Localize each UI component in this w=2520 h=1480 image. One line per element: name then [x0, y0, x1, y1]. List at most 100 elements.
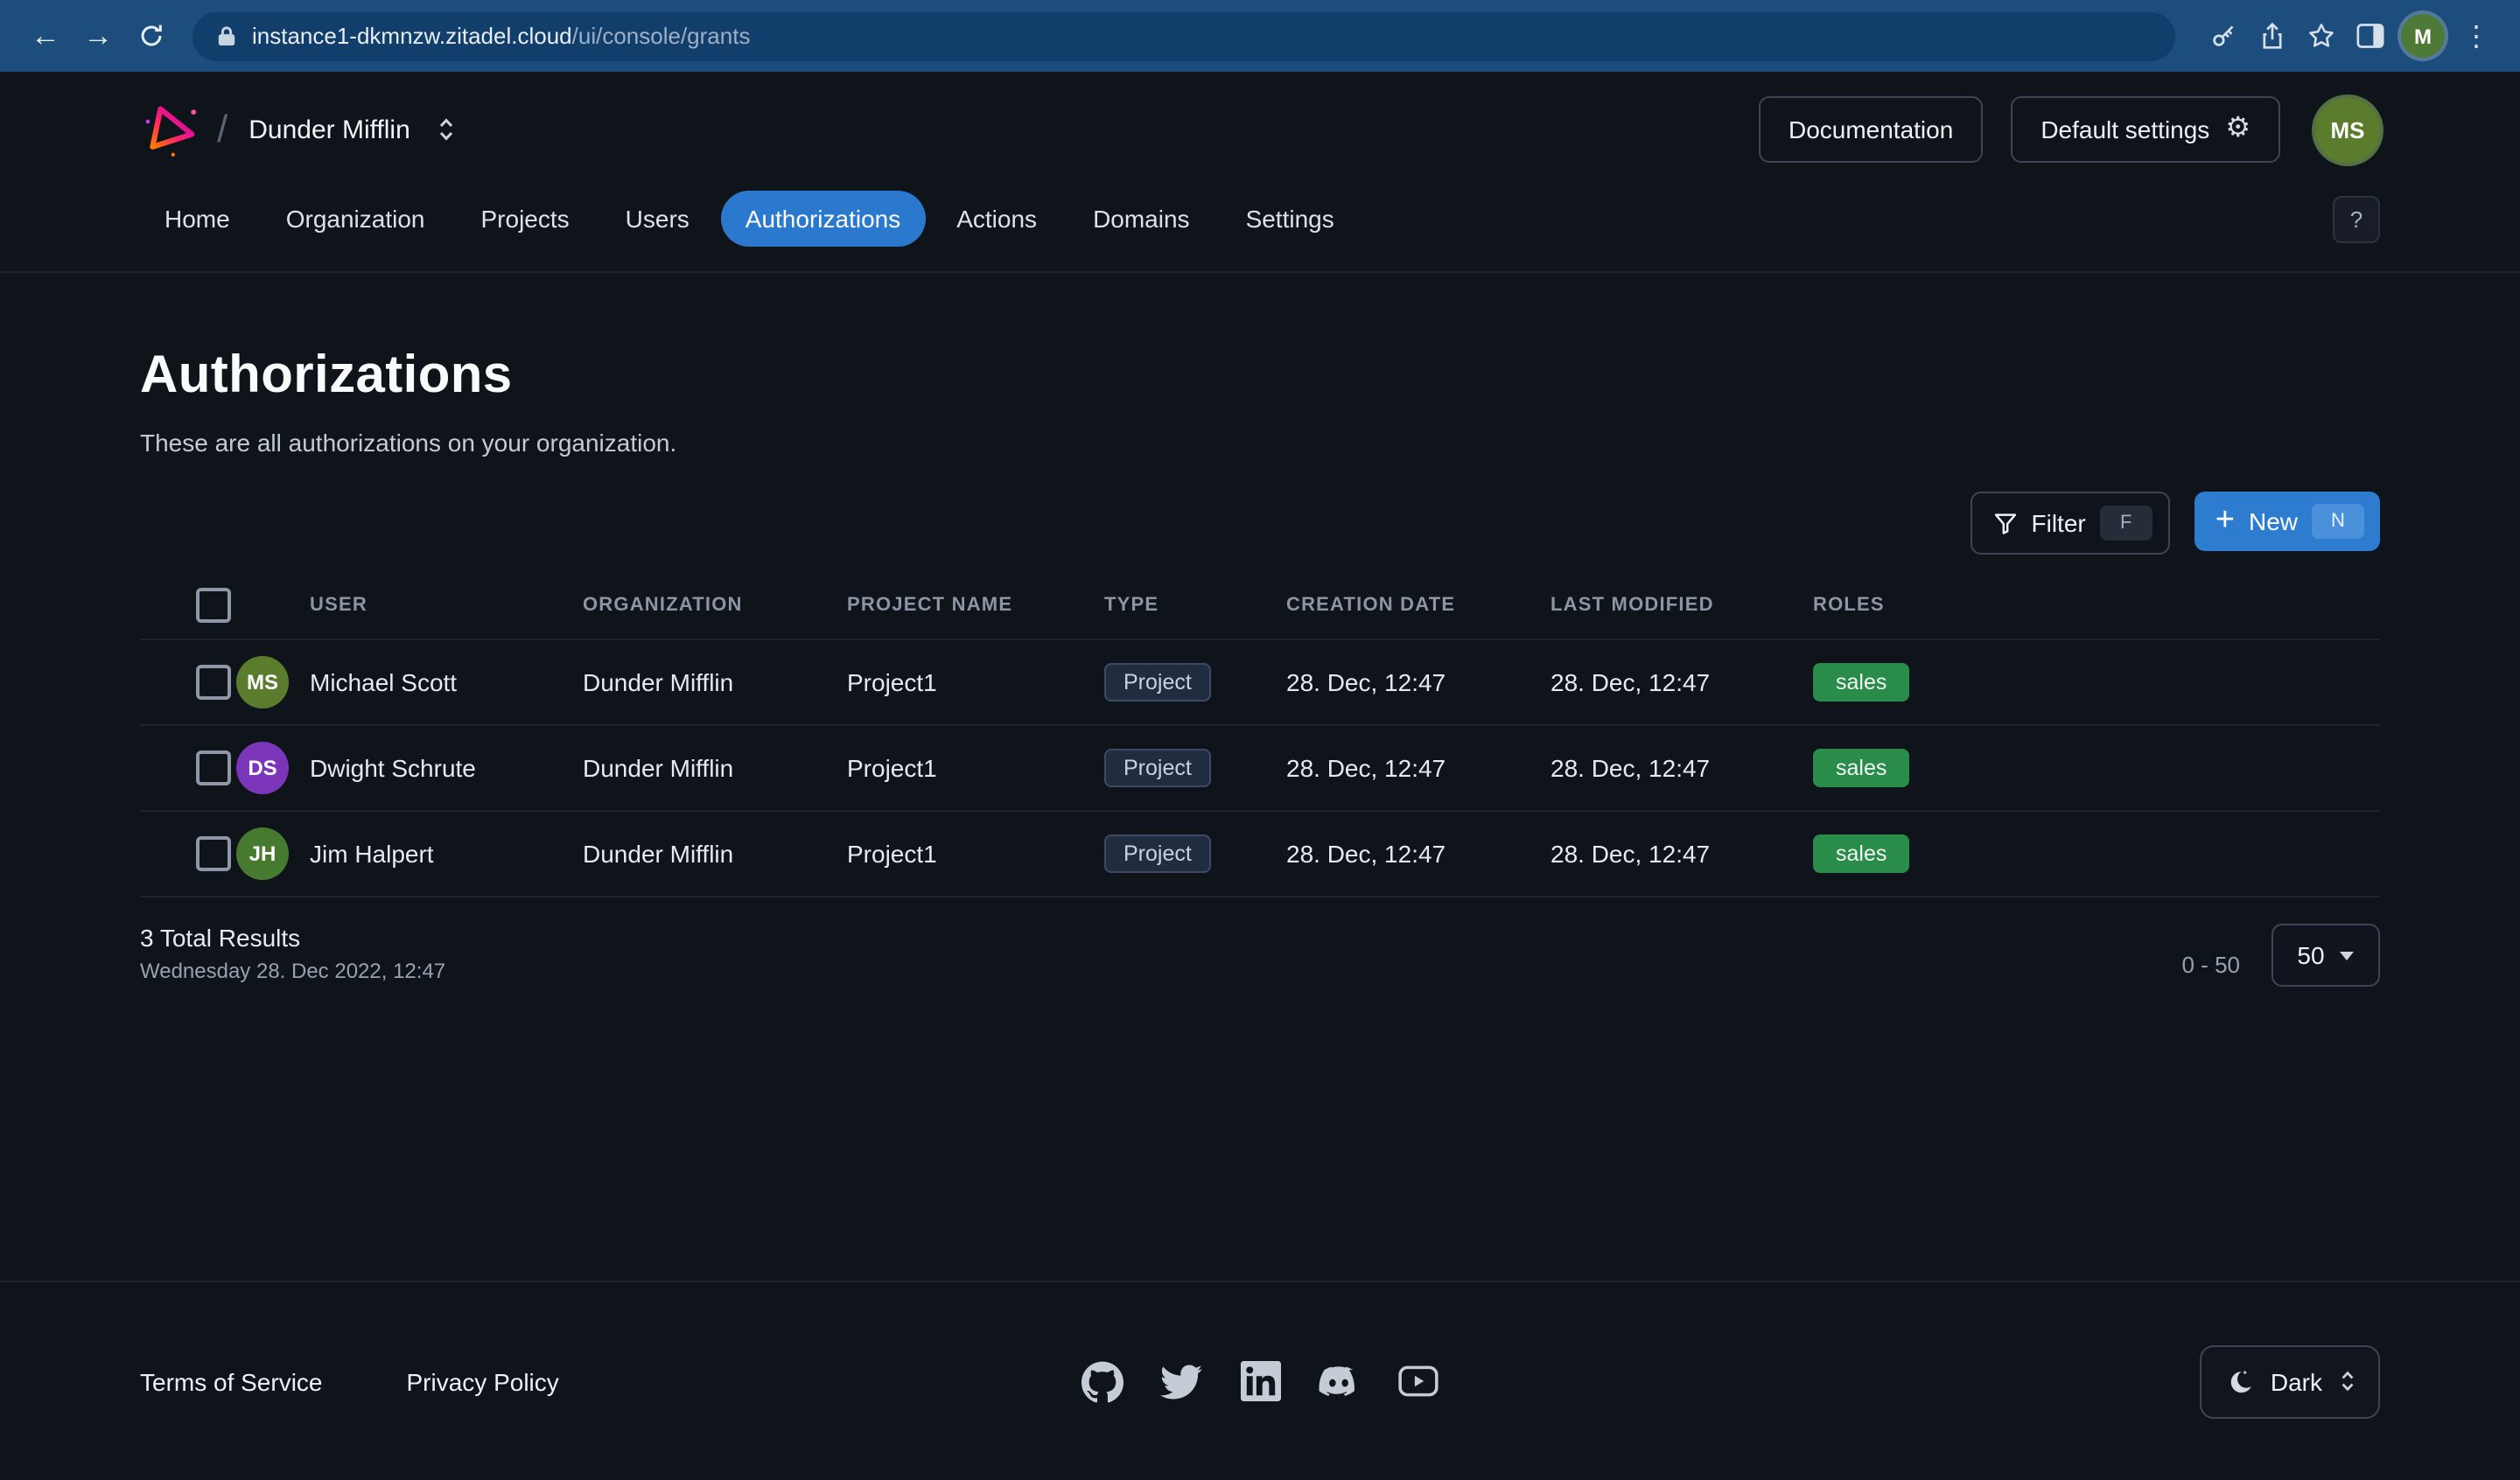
reload-button[interactable] — [126, 11, 175, 60]
terms-of-service-link[interactable]: Terms of Service — [140, 1367, 323, 1395]
col-user: USER — [310, 595, 583, 616]
last-modified: 28. Dec, 12:47 — [1550, 840, 1813, 868]
main-content: Authorizations These are all authorizati… — [0, 346, 2520, 987]
plus-icon: + — [2216, 503, 2235, 536]
table-footer: 3 Total Results Wednesday 28. Dec 2022, … — [140, 924, 2380, 987]
bookmark-star-button[interactable] — [2298, 13, 2343, 59]
authorizations-table: USER ORGANIZATION PROJECT NAME TYPE CREA… — [140, 572, 2380, 897]
tab-users[interactable]: Users — [601, 191, 714, 247]
filter-label: Filter — [2032, 509, 2086, 537]
type-badge: Project — [1104, 663, 1211, 702]
user-name: Dwight Schrute — [310, 754, 583, 782]
org-name: Dunder Mifflin — [248, 115, 410, 144]
project-name: Project1 — [847, 754, 1104, 782]
reload-icon — [137, 23, 164, 49]
project-name: Project1 — [847, 840, 1104, 868]
default-settings-label: Default settings — [2040, 115, 2209, 143]
page-title: Authorizations — [140, 346, 2380, 406]
theme-selector[interactable]: Dark — [2201, 1344, 2380, 1418]
row-checkbox[interactable] — [196, 836, 231, 871]
creation-date: 28. Dec, 12:47 — [1286, 754, 1550, 782]
side-panel-icon — [2355, 23, 2384, 49]
organization-name: Dunder Mifflin — [583, 754, 847, 782]
org-switcher-chevrons-icon — [438, 115, 456, 143]
browser-menu-button[interactable]: ⋮ — [2454, 13, 2499, 59]
filter-shortcut-badge: F — [2100, 506, 2152, 541]
user-name: Michael Scott — [310, 668, 583, 696]
filter-icon — [1993, 511, 2018, 535]
side-panel-button[interactable] — [2347, 13, 2392, 59]
user-avatar[interactable]: MS — [2315, 97, 2380, 162]
main-nav: Home Organization Projects Users Authori… — [0, 187, 2520, 273]
creation-date: 28. Dec, 12:47 — [1286, 668, 1550, 696]
theme-chevrons-icon — [2340, 1368, 2356, 1394]
social-links — [1080, 1358, 1440, 1404]
col-project-name: PROJECT NAME — [847, 595, 1104, 616]
youtube-icon[interactable] — [1395, 1358, 1440, 1404]
chevron-down-icon — [2341, 951, 2355, 960]
tab-domains[interactable]: Domains — [1068, 191, 1214, 247]
org-switcher[interactable]: Dunder Mifflin — [248, 115, 456, 144]
share-icon — [2258, 21, 2285, 51]
tab-organization[interactable]: Organization — [262, 191, 450, 247]
table-row[interactable]: JH Jim Halpert Dunder Mifflin Project1 P… — [140, 812, 2380, 897]
tab-actions[interactable]: Actions — [932, 191, 1061, 247]
user-name: Jim Halpert — [310, 840, 583, 868]
total-results: 3 Total Results — [140, 924, 445, 952]
table-row[interactable]: DS Dwight Schrute Dunder Mifflin Project… — [140, 726, 2380, 812]
new-label: New — [2249, 507, 2298, 535]
zitadel-console-page: ← → instance1-dkmnzw.zitadel.cloud/ui/co… — [0, 0, 2520, 1480]
lock-icon — [217, 24, 236, 47]
table-header-row: USER ORGANIZATION PROJECT NAME TYPE CREA… — [140, 572, 2380, 640]
tab-home[interactable]: Home — [140, 191, 255, 247]
filter-button[interactable]: Filter F — [1970, 492, 2170, 555]
tab-settings[interactable]: Settings — [1222, 191, 1359, 247]
default-settings-button[interactable]: Default settings ⚙ — [2011, 96, 2280, 163]
password-key-button[interactable] — [2200, 13, 2245, 59]
page-size-select[interactable]: 50 — [2272, 924, 2380, 987]
back-button[interactable]: ← — [21, 11, 70, 60]
role-badge: sales — [1813, 834, 1909, 873]
discord-icon[interactable] — [1316, 1358, 1362, 1404]
breadcrumb-separator: / — [217, 107, 228, 152]
forward-button[interactable]: → — [74, 11, 122, 60]
last-modified: 28. Dec, 12:47 — [1550, 754, 1813, 782]
tab-authorizations[interactable]: Authorizations — [721, 191, 925, 247]
url-bar[interactable]: instance1-dkmnzw.zitadel.cloud/ui/consol… — [192, 11, 2175, 60]
tab-projects[interactable]: Projects — [457, 191, 594, 247]
twitter-icon[interactable] — [1158, 1358, 1204, 1404]
url-host: instance1-dkmnzw.zitadel.cloud — [252, 22, 572, 48]
avatar: JH — [236, 827, 289, 880]
new-shortcut-badge: N — [2312, 504, 2364, 539]
help-button[interactable]: ? — [2333, 195, 2380, 242]
select-all-checkbox[interactable] — [196, 588, 231, 623]
query-timestamp: Wednesday 28. Dec 2022, 12:47 — [140, 959, 445, 983]
table-row[interactable]: MS Michael Scott Dunder Mifflin Project1… — [140, 640, 2380, 726]
actions-row: Filter F + New N — [140, 492, 2380, 555]
browser-profile-avatar[interactable]: M — [2401, 14, 2445, 58]
documentation-button[interactable]: Documentation — [1759, 96, 1983, 163]
avatar: MS — [236, 656, 289, 709]
creation-date: 28. Dec, 12:47 — [1286, 840, 1550, 868]
privacy-policy-link[interactable]: Privacy Policy — [407, 1367, 559, 1395]
avatar: DS — [236, 742, 289, 794]
linkedin-icon[interactable] — [1237, 1358, 1283, 1404]
organization-name: Dunder Mifflin — [583, 840, 847, 868]
key-icon — [2208, 21, 2237, 51]
role-badge: sales — [1813, 749, 1909, 787]
project-name: Project1 — [847, 668, 1104, 696]
share-button[interactable] — [2249, 13, 2294, 59]
github-icon[interactable] — [1080, 1358, 1125, 1404]
row-checkbox[interactable] — [196, 750, 231, 785]
page-size-value: 50 — [2297, 941, 2324, 969]
last-modified: 28. Dec, 12:47 — [1550, 668, 1813, 696]
row-checkbox[interactable] — [196, 665, 231, 700]
url-path: /ui/console/grants — [572, 22, 751, 48]
col-creation-date: CREATION DATE — [1286, 595, 1550, 616]
app-header: / Dunder Mifflin Documentation Default s… — [0, 72, 2520, 187]
col-type: TYPE — [1104, 595, 1286, 616]
col-roles: ROLES — [1813, 595, 2380, 616]
zitadel-logo[interactable] — [140, 98, 203, 161]
theme-label: Dark — [2271, 1367, 2322, 1395]
new-button[interactable]: + New N — [2194, 492, 2380, 551]
